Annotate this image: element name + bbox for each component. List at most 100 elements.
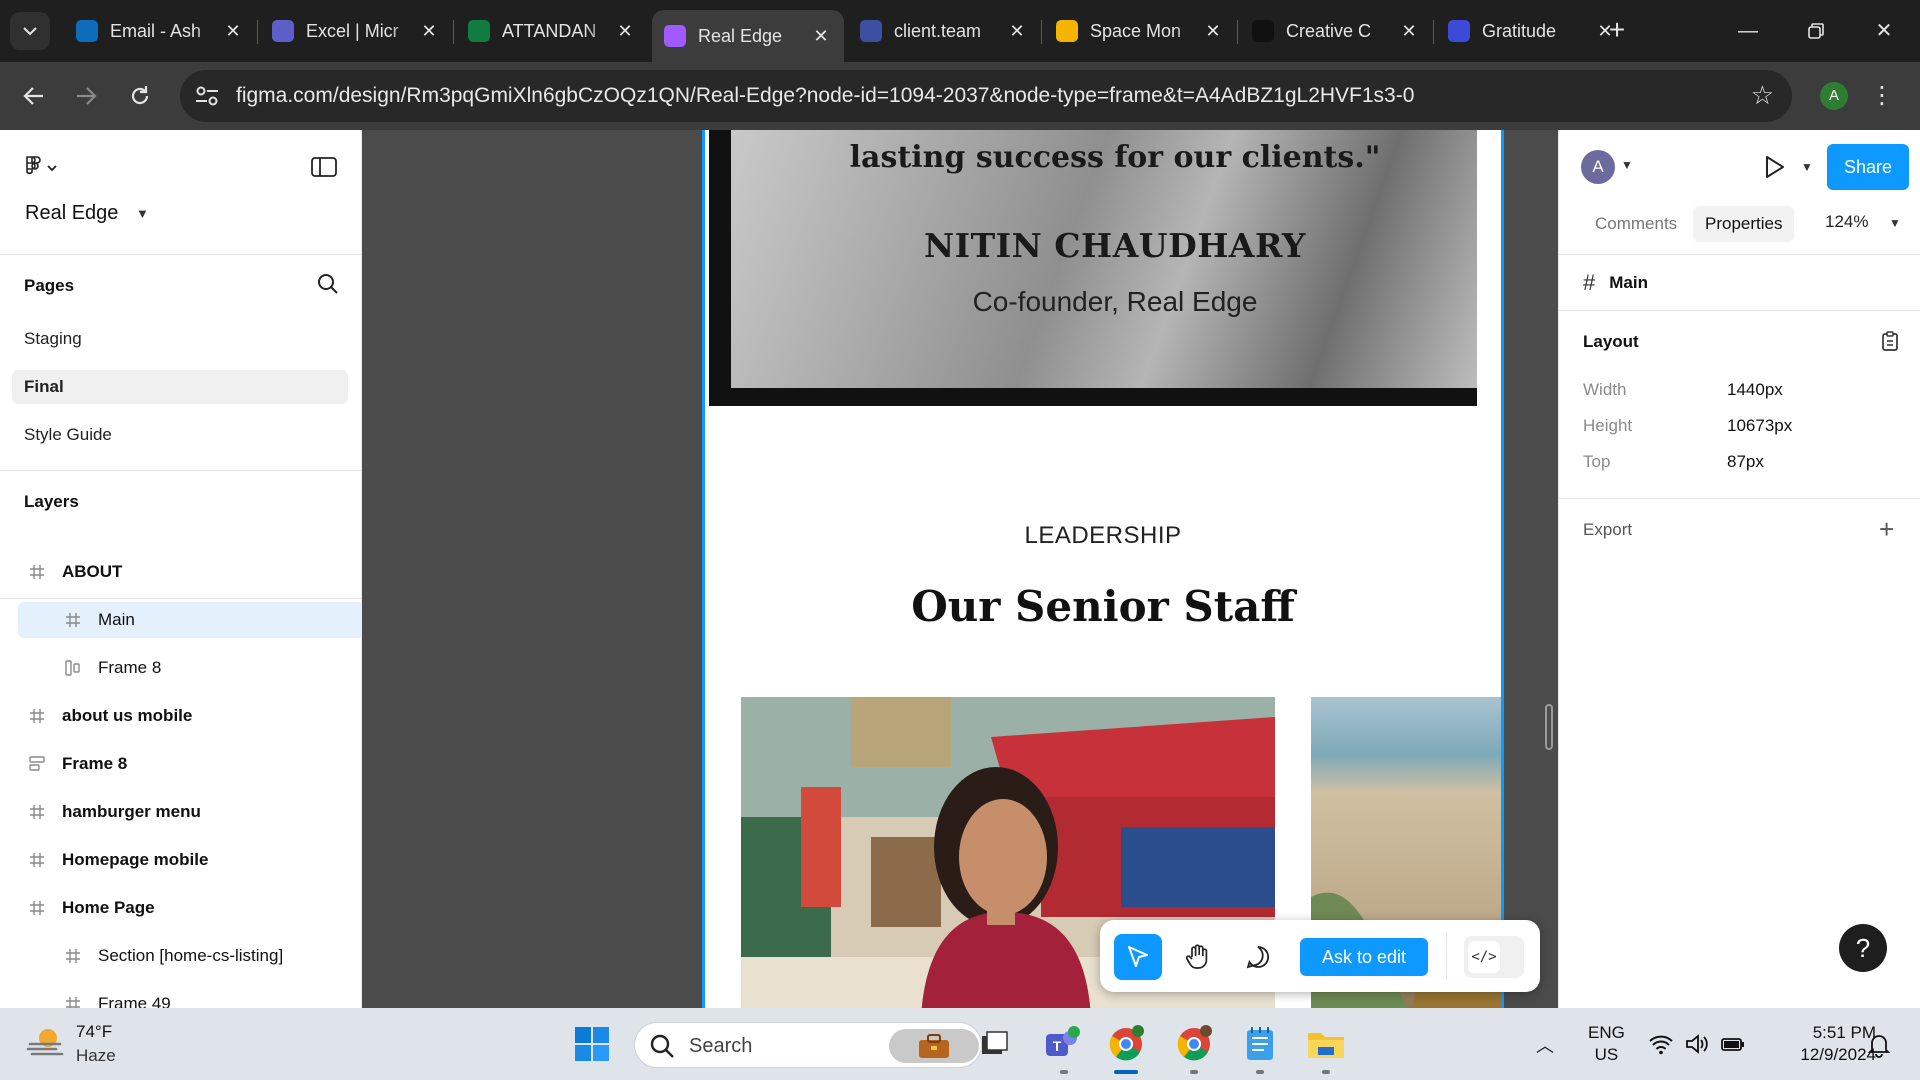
address-bar[interactable]: figma.com/design/Rm3pqGmiXln6gbCzOQz1QN/… <box>180 70 1792 122</box>
forward-icon[interactable] <box>68 78 104 114</box>
chevron-down-icon[interactable]: ▼ <box>1621 158 1633 172</box>
add-export-plus-icon[interactable]: + <box>1879 514 1894 545</box>
layer-row[interactable]: ABOUT <box>18 554 362 590</box>
wifi-icon[interactable] <box>1648 1032 1674 1056</box>
browser-tab[interactable]: client.team ✕ <box>848 10 1040 52</box>
show-hidden-icons-chevron-icon[interactable]: ︿ <box>1536 1032 1554 1058</box>
chevron-down-icon[interactable]: ▼ <box>1801 160 1813 174</box>
browser-tab[interactable]: Email - Ash ✕ <box>64 10 256 52</box>
auto-layout-horizontal-icon <box>26 753 48 775</box>
weather-temperature: 74°F <box>76 1022 113 1041</box>
layer-row[interactable]: Frame 8 <box>18 746 362 782</box>
divider <box>1559 310 1920 311</box>
clipboard-icon[interactable] <box>1881 330 1899 352</box>
layer-row[interactable]: hamburger menu <box>18 794 362 830</box>
frame-icon: # <box>1583 270 1596 295</box>
browser-tab[interactable]: Real Edge ✕ <box>652 10 844 62</box>
file-explorer-icon[interactable] <box>1306 1024 1346 1064</box>
close-tab-icon[interactable]: ✕ <box>1202 21 1224 42</box>
weather-haze-icon[interactable] <box>26 1024 66 1060</box>
browser-tab[interactable]: Creative C ✕ <box>1240 10 1432 52</box>
zoom-level[interactable]: 124% <box>1825 212 1868 232</box>
tab-separator <box>1041 20 1042 44</box>
hand-tool-icon[interactable] <box>1174 934 1222 980</box>
layer-row[interactable]: Frame 8 <box>18 650 362 686</box>
close-tab-icon[interactable]: ✕ <box>1398 21 1420 42</box>
figma-menu-icon[interactable] <box>24 154 64 182</box>
running-indicator <box>1190 1070 1198 1074</box>
system-clock[interactable]: 5:51 PM 12/9/2024 <box>1770 1022 1876 1066</box>
chevron-down-icon[interactable]: ▼ <box>1889 216 1901 230</box>
site-settings-icon[interactable] <box>194 84 220 108</box>
bookmark-star-icon[interactable]: ☆ <box>1751 80 1774 111</box>
close-tab-icon[interactable]: ✕ <box>810 26 832 47</box>
export-section-title[interactable]: Export <box>1583 520 1632 540</box>
language-indicator[interactable]: ENG US <box>1588 1022 1625 1066</box>
help-button[interactable]: ? <box>1839 924 1887 972</box>
tab-separator <box>257 20 258 44</box>
page-item[interactable]: Final <box>12 370 348 404</box>
browser-tab[interactable]: Excel | Micr ✕ <box>260 10 452 52</box>
back-icon[interactable] <box>16 78 52 114</box>
layer-name: Section [home-cs-listing] <box>98 946 284 965</box>
selected-frame-main[interactable]: lasting success for our clients." NITIN … <box>702 130 1504 1008</box>
dev-mode-toggle[interactable]: </> <box>1464 936 1524 978</box>
design-canvas[interactable]: lasting success for our clients." NITIN … <box>362 130 1558 1008</box>
tab-separator <box>1433 20 1434 44</box>
tab-comments[interactable]: Comments <box>1583 206 1689 242</box>
canvas-scrollbar[interactable] <box>1545 704 1553 750</box>
layer-row[interactable]: Homepage mobile <box>18 842 362 878</box>
notification-bell-icon[interactable] <box>1866 1032 1892 1058</box>
width-value[interactable]: 1440px <box>1727 380 1783 400</box>
restore-icon[interactable] <box>1794 12 1838 50</box>
height-value[interactable]: 10673px <box>1727 416 1792 436</box>
close-tab-icon[interactable]: ✕ <box>614 21 636 42</box>
search-icon[interactable] <box>316 272 340 296</box>
browser-profile-avatar[interactable]: A <box>1820 82 1848 110</box>
layer-row[interactable]: Main <box>18 602 362 638</box>
close-tab-icon[interactable]: ✕ <box>418 21 440 42</box>
page-item[interactable]: Style Guide <box>12 418 348 452</box>
top-value[interactable]: 87px <box>1727 452 1764 472</box>
browser-tab-title: Excel | Micr <box>306 20 399 41</box>
chrome-icon[interactable] <box>1106 1024 1146 1064</box>
layout-section-title: Layout <box>1583 332 1639 351</box>
windows-start-icon[interactable] <box>574 1026 610 1062</box>
comment-tool-icon[interactable] <box>1234 934 1282 980</box>
browser-menu-icon[interactable]: ⋮ <box>1870 78 1894 114</box>
layer-row[interactable]: Home Page <box>18 890 362 926</box>
file-menu-chevron-icon[interactable]: ▼ <box>136 206 149 221</box>
taskbar-search[interactable]: Search <box>634 1022 982 1068</box>
move-tool-icon[interactable] <box>1114 934 1162 980</box>
close-window-icon[interactable]: ✕ <box>1862 12 1906 50</box>
running-indicator <box>1322 1070 1330 1074</box>
diamond-icon <box>1056 20 1078 42</box>
present-play-icon[interactable] <box>1761 154 1787 180</box>
tab-properties[interactable]: Properties <box>1693 206 1795 242</box>
tab-search-chevron-icon[interactable] <box>10 12 50 50</box>
layer-row[interactable]: Section [home-cs-listing] <box>18 938 362 974</box>
layer-row[interactable]: about us mobile <box>18 698 362 734</box>
minimize-icon[interactable]: — <box>1726 12 1770 50</box>
layer-name: Frame 8 <box>62 754 128 773</box>
close-tab-icon[interactable]: ✕ <box>222 21 244 42</box>
teams-icon[interactable]: T <box>1042 1024 1082 1064</box>
search-highlight-icon[interactable] <box>889 1029 979 1063</box>
close-tab-icon[interactable]: ✕ <box>1006 21 1028 42</box>
volume-icon[interactable] <box>1684 1032 1710 1056</box>
share-button[interactable]: Share <box>1827 144 1909 190</box>
notepad-icon[interactable] <box>1240 1024 1280 1064</box>
browser-tab[interactable]: Space Mon ✕ <box>1044 10 1236 52</box>
battery-icon[interactable] <box>1720 1032 1746 1056</box>
section-heading: Our Senior Staff <box>911 582 1295 631</box>
new-tab-button[interactable]: + <box>1600 14 1634 48</box>
ask-to-edit-button[interactable]: Ask to edit <box>1300 938 1428 976</box>
page-item[interactable]: Staging <box>12 322 348 356</box>
browser-tab[interactable]: ATTANDAN ✕ <box>456 10 648 52</box>
chrome-profile-icon[interactable] <box>1174 1024 1214 1064</box>
sidebar-toggle-icon[interactable] <box>310 156 338 178</box>
reload-icon[interactable] <box>122 78 158 114</box>
file-name[interactable]: Real Edge <box>25 202 118 225</box>
task-view-icon[interactable] <box>974 1024 1014 1064</box>
user-avatar[interactable]: A <box>1581 150 1615 184</box>
